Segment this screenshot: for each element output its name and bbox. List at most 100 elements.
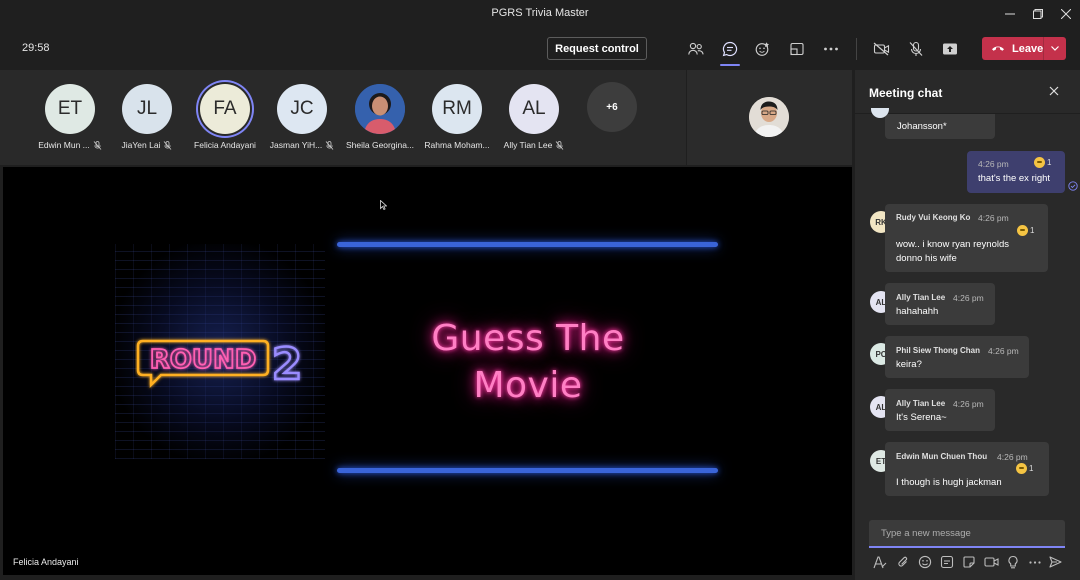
close-icon[interactable] — [1047, 84, 1061, 98]
chat-message-text: hahahahh — [896, 306, 939, 317]
more-options-icon[interactable] — [820, 38, 842, 60]
chat-title: Meeting chat — [869, 86, 943, 100]
participant-name: Sheila Georgina... — [345, 140, 415, 150]
mic-off-icon — [93, 140, 102, 150]
profile-photo — [355, 84, 405, 134]
participant-tile[interactable]: RM Rahma Moham... — [419, 84, 495, 150]
message-time: 4:26 pm — [953, 293, 984, 303]
send-icon[interactable] — [1047, 554, 1063, 570]
avatar: AL — [509, 84, 559, 134]
participant-tile[interactable]: ET Edwin Mun ... — [32, 84, 108, 150]
emoji-icon[interactable] — [917, 554, 933, 570]
share-screen-icon[interactable] — [939, 38, 961, 60]
mouse-cursor-icon — [380, 200, 387, 210]
gif-icon[interactable] — [939, 554, 955, 570]
participants-strip: ET Edwin Mun ... JL JiaYen Lai FA Felici… — [0, 70, 686, 165]
reaction-count: 1 — [1030, 226, 1035, 235]
close-window-icon[interactable] — [1050, 0, 1080, 28]
participant-name: JiaYen Lai — [121, 140, 161, 150]
slide-title-line2: Movie — [473, 365, 583, 406]
smile-emoji-icon — [1034, 157, 1045, 168]
message-author: Ally Tian Lee — [896, 399, 946, 408]
round-number: 2 — [272, 339, 303, 390]
participant-tile[interactable]: JC Jasman YiH... — [264, 84, 340, 150]
mic-off-icon — [164, 140, 172, 150]
round-word: ROUND — [150, 345, 257, 375]
message-author: Edwin Mun Chuen Thou — [896, 452, 988, 461]
neon-line-top — [337, 242, 718, 247]
attach-icon[interactable] — [895, 554, 911, 570]
chat-message-text: donno his wife — [896, 253, 957, 264]
self-avatar — [749, 97, 789, 137]
participant-tile[interactable]: JL JiaYen Lai — [109, 84, 185, 150]
reaction-count: 1 — [1029, 464, 1034, 473]
avatar: ET — [45, 84, 95, 134]
more-participants-count: +6 — [587, 82, 637, 132]
mic-off-icon — [556, 140, 564, 150]
message-author: Ally Tian Lee — [896, 293, 946, 302]
slide-title: Guess The Movie — [398, 315, 658, 409]
compose-box — [869, 520, 1065, 548]
message-input[interactable] — [869, 520, 1065, 546]
format-icon[interactable] — [872, 554, 888, 570]
phone-hangup-icon — [991, 43, 1005, 55]
self-video-tile — [686, 70, 852, 165]
chat-message-text: It's Serena~ — [896, 412, 947, 423]
smile-emoji-icon — [1016, 463, 1027, 474]
reactions-icon[interactable] — [752, 38, 774, 60]
more-participants-button[interactable]: +6 — [574, 82, 650, 132]
toolbar-divider — [856, 38, 857, 60]
meeting-toolbar: 29:58 Request control Leave — [0, 28, 1080, 70]
participant-tile[interactable]: AL Ally Tian Lee — [496, 84, 572, 150]
message-time: 4:26 pm — [997, 452, 1028, 462]
round-neon-sign: ROUND 2 — [136, 330, 304, 391]
leave-button[interactable]: Leave — [982, 37, 1066, 60]
chevron-down-icon[interactable] — [1044, 46, 1066, 51]
avatar: JC — [277, 84, 327, 134]
chat-message-text: keira? — [896, 359, 922, 370]
meeting-timer: 29:58 — [22, 42, 50, 54]
message-time: 4:26 pm — [953, 399, 984, 409]
message-author: Rudy Vui Keong Ko — [896, 213, 971, 222]
chat-icon[interactable] — [719, 38, 741, 66]
reaction-badge[interactable]: 1 — [1016, 463, 1033, 474]
camera-off-icon[interactable] — [871, 38, 893, 60]
smile-emoji-icon — [1017, 225, 1028, 236]
mic-off-icon[interactable] — [905, 38, 927, 60]
reaction-badge[interactable]: 1 — [1034, 157, 1051, 168]
chat-message-text: that's the ex right — [978, 173, 1051, 184]
chat-message-text: wow.. i know ryan reynolds — [896, 239, 1009, 250]
participant-name: Edwin Mun ... — [38, 140, 90, 150]
reaction-badge[interactable]: 1 — [1017, 225, 1034, 236]
people-icon[interactable] — [685, 38, 707, 60]
avatar: FA — [200, 84, 250, 134]
participant-name: Rahma Moham... — [424, 140, 490, 150]
praise-icon[interactable] — [1005, 554, 1021, 570]
meet-now-icon[interactable] — [983, 554, 999, 570]
meeting-chat-panel: Meeting chat Johansson* 4:26 pm 1 that's… — [855, 70, 1080, 580]
window-title: PGRS Trivia Master — [491, 7, 589, 19]
participant-tile[interactable]: FA Felicia Andayani — [187, 84, 263, 150]
participant-name: Jasman YiH... — [269, 140, 323, 150]
more-options-icon[interactable] — [1027, 554, 1043, 570]
avatar: JL — [122, 84, 172, 134]
reaction-count: 1 — [1047, 158, 1052, 167]
message-time: 4:26 pm — [978, 159, 1009, 169]
request-control-button[interactable]: Request control — [547, 37, 647, 60]
avatar: RM — [432, 84, 482, 134]
mic-off-icon — [325, 140, 334, 150]
seen-check-icon — [1068, 181, 1078, 191]
message-author: Phil Siew Thong Chan — [896, 346, 980, 355]
leave-label: Leave — [1012, 42, 1044, 55]
chat-message-text: Johansson* — [897, 121, 947, 132]
neon-line-bottom — [337, 468, 718, 473]
slide-title-line1: Guess The — [431, 318, 625, 359]
rooms-icon[interactable] — [786, 38, 808, 60]
participant-name: Ally Tian Lee — [503, 140, 553, 150]
title-bar: PGRS Trivia Master — [0, 0, 1080, 28]
participant-name: Felicia Andayani — [194, 140, 256, 150]
participant-tile[interactable]: Sheila Georgina... — [342, 84, 418, 150]
shared-content-stage: ROUND 2 Guess The Movie Felicia Andayani — [3, 167, 852, 575]
message-time: 4:26 pm — [978, 213, 1009, 223]
sticker-icon[interactable] — [961, 554, 977, 570]
